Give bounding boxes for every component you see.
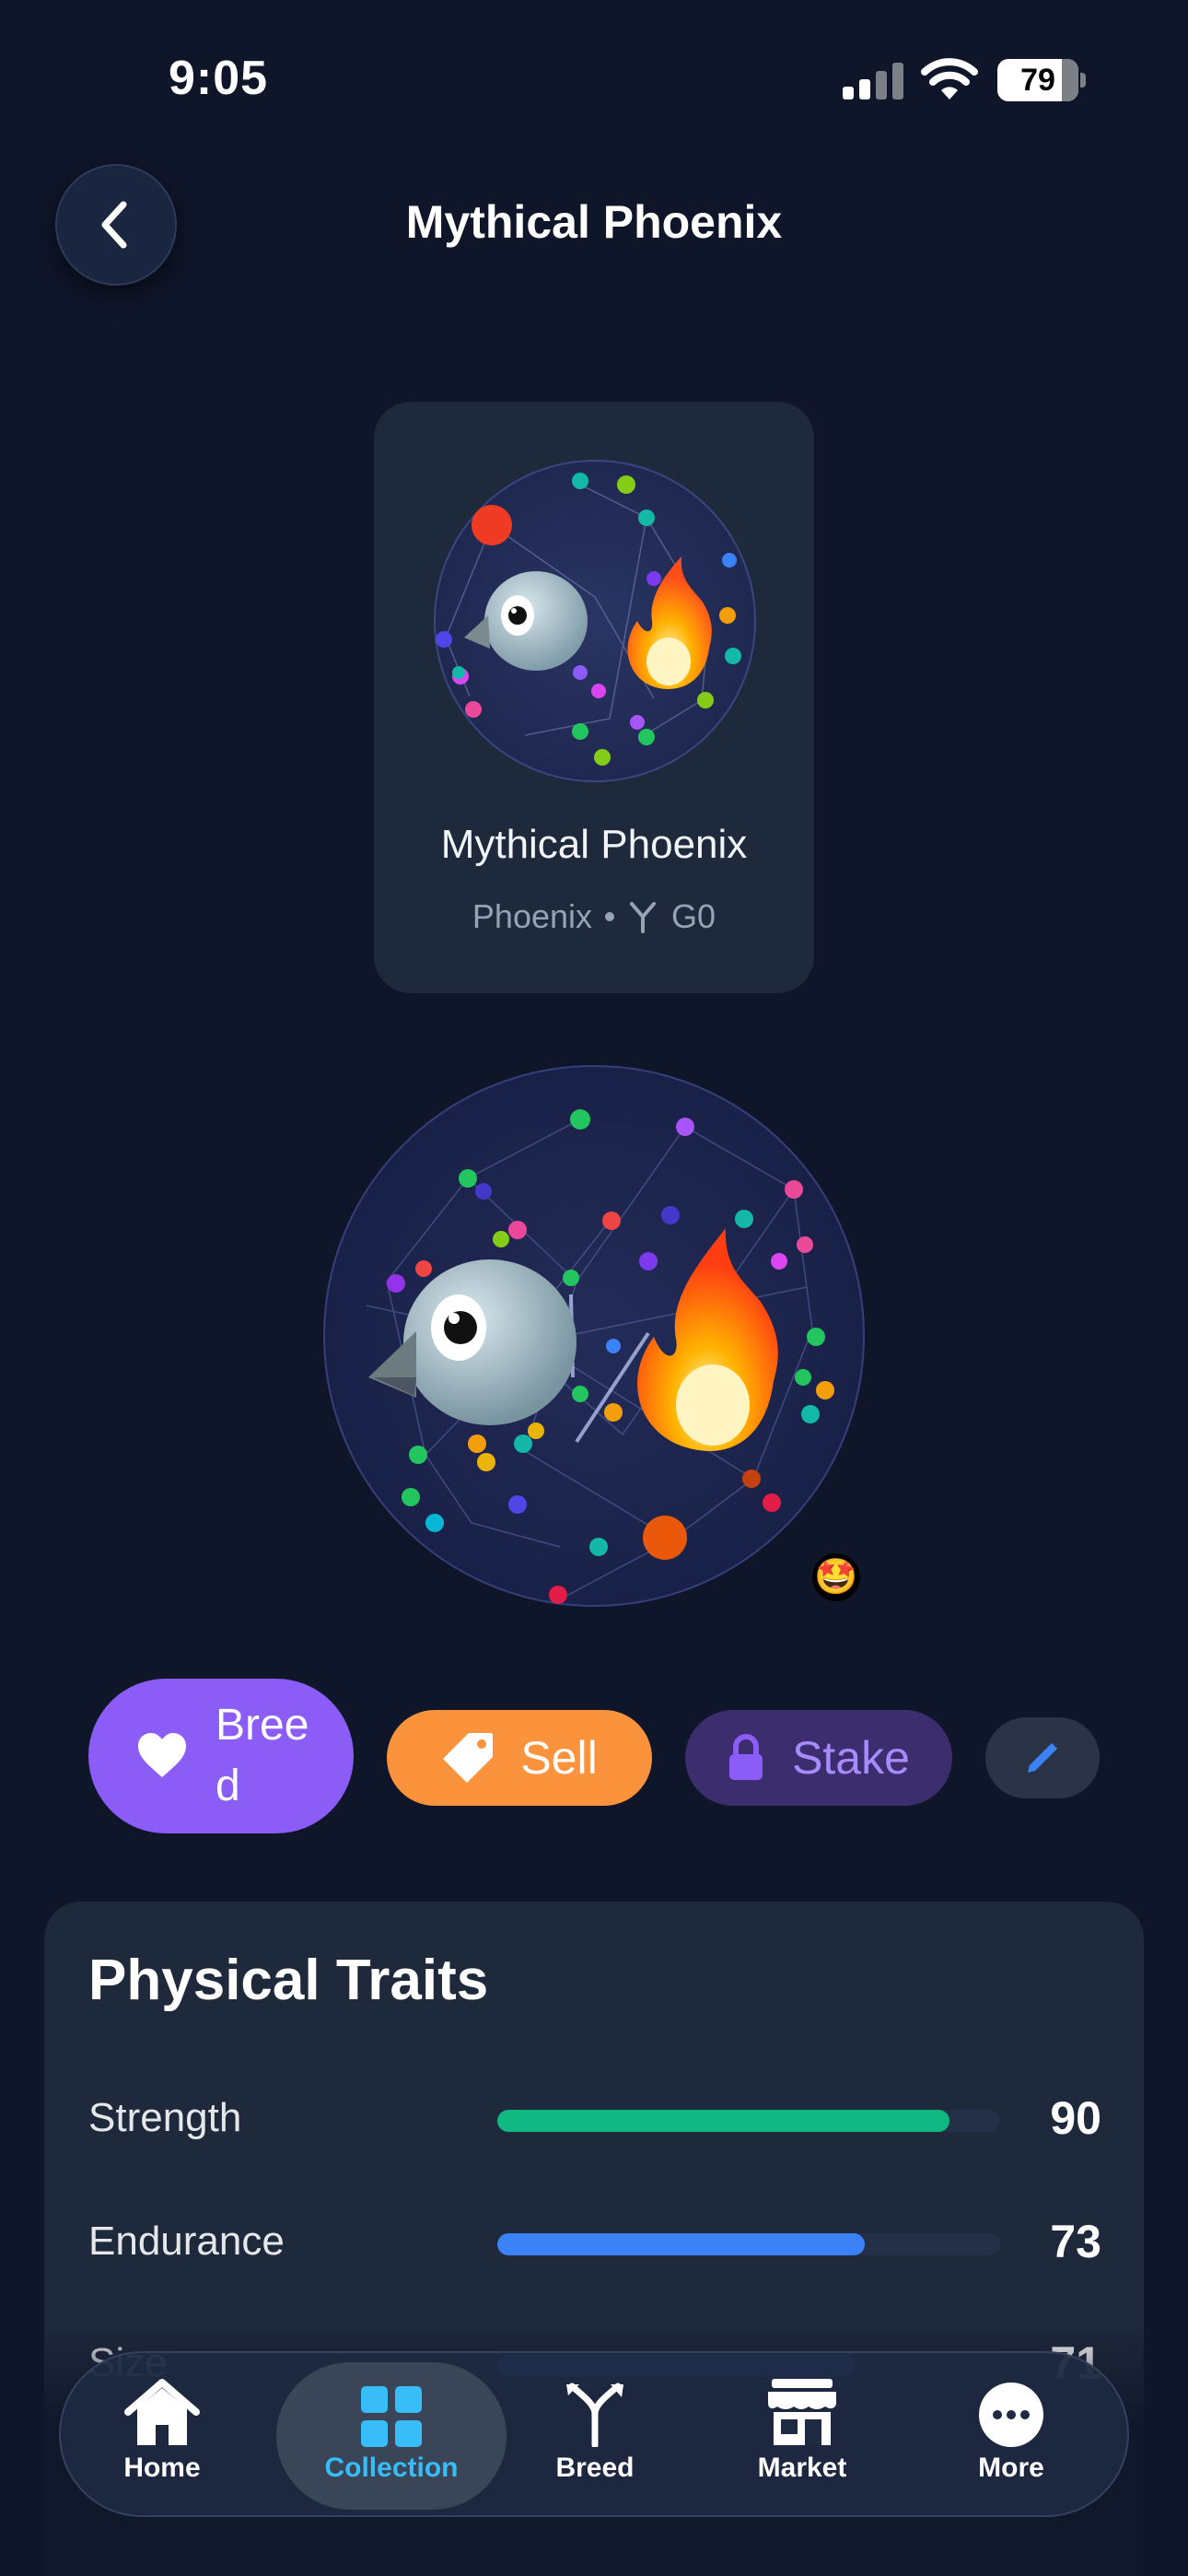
creature-species: Phoenix xyxy=(472,897,593,935)
wifi-icon xyxy=(921,58,978,100)
grid-icon xyxy=(361,2386,422,2447)
branch-icon xyxy=(630,902,657,933)
bottom-tab-bar: Home Collection Breed Market More xyxy=(59,2351,1129,2517)
page-title: Mythical Phoenix xyxy=(405,196,783,248)
creature-preview-image xyxy=(434,460,756,782)
trait-bar xyxy=(497,2110,1000,2132)
mood-badge: 🤩 xyxy=(812,1553,860,1601)
store-icon xyxy=(768,2379,836,2445)
lock-icon xyxy=(729,1734,763,1780)
separator-dot xyxy=(605,912,615,921)
trait-row-strength: Strength 90 xyxy=(88,2086,1101,2150)
home-icon xyxy=(124,2379,200,2445)
tab-label: More xyxy=(978,2453,1044,2483)
breed-button-label: Breed xyxy=(215,1701,309,1810)
tab-home[interactable]: Home xyxy=(107,2362,217,2510)
tab-label: Home xyxy=(123,2453,201,2483)
tab-label: Breed xyxy=(555,2453,635,2483)
creature-name: Mythical Phoenix xyxy=(440,822,748,867)
sell-button[interactable]: Sell xyxy=(387,1710,652,1806)
pencil-icon xyxy=(1028,1743,1057,1773)
breed-button[interactable]: Breed xyxy=(88,1679,354,1833)
tab-label: Collection xyxy=(324,2453,459,2483)
price-tag-icon xyxy=(443,1733,494,1783)
status-time: 9:05 xyxy=(169,52,269,105)
creature-large-image xyxy=(323,1065,865,1607)
heart-icon xyxy=(138,1733,186,1777)
trait-value: 90 xyxy=(1050,2092,1101,2144)
tab-more[interactable]: More xyxy=(956,2362,1066,2510)
tab-market[interactable]: Market xyxy=(742,2362,862,2510)
sell-button-label: Sell xyxy=(520,1732,598,1784)
tab-label: Market xyxy=(757,2453,847,2483)
trait-value: 73 xyxy=(1050,2216,1101,2267)
more-icon xyxy=(979,2383,1043,2447)
stake-button[interactable]: Stake xyxy=(685,1710,952,1806)
tab-collection[interactable]: Collection xyxy=(276,2362,507,2510)
creature-meta: Phoenix G0 xyxy=(374,897,814,936)
stake-button-label: Stake xyxy=(792,1732,910,1784)
trait-bar-fill xyxy=(497,2110,950,2132)
trait-name: Strength xyxy=(88,2095,242,2140)
cellular-signal-icon xyxy=(843,63,903,100)
battery-level: 79 xyxy=(1020,62,1055,98)
tab-breed[interactable]: Breed xyxy=(540,2362,650,2510)
trait-bar xyxy=(497,2233,1000,2255)
creature-card[interactable]: Mythical Phoenix Phoenix G0 xyxy=(374,402,814,993)
trait-row-endurance: Endurance 73 xyxy=(88,2209,1101,2274)
trait-name: Endurance xyxy=(88,2219,285,2264)
trait-bar-fill xyxy=(497,2233,865,2255)
battery-icon: 79 xyxy=(997,59,1086,101)
branch-icon xyxy=(566,2383,623,2447)
creature-generation: G0 xyxy=(671,897,716,935)
edit-button[interactable] xyxy=(985,1717,1100,1798)
traits-title: Physical Traits xyxy=(88,1949,489,2012)
status-bar: 9:05 79 xyxy=(0,0,1188,157)
